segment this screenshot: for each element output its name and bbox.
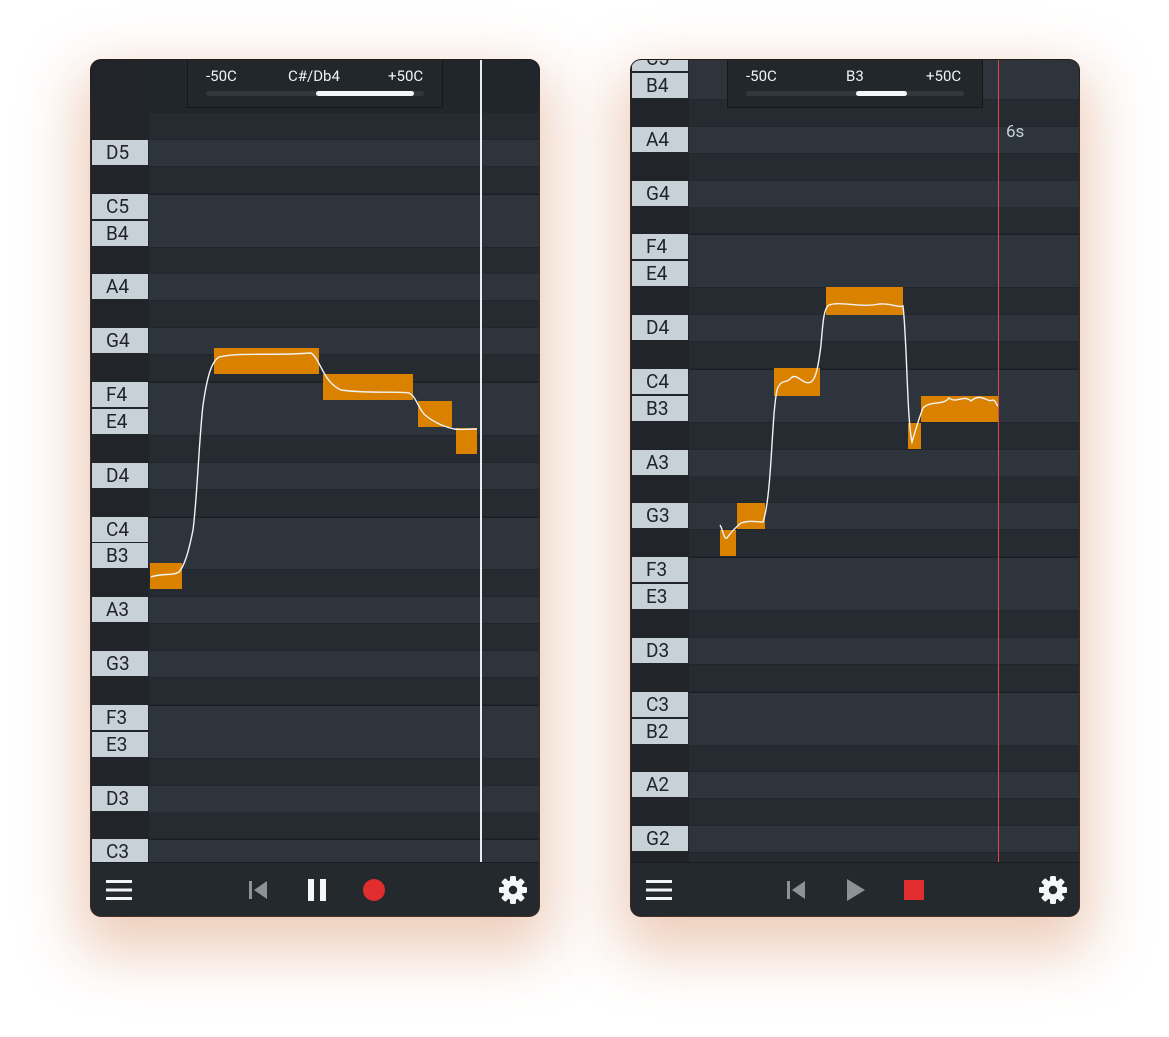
tuner-minus-label: -50C bbox=[206, 67, 237, 85]
pause-button[interactable] bbox=[302, 863, 332, 916]
left-pitch-app: D5 C5 B4 A4 G4 F4 E4 D4 C4 B3 A3 G3 F3 E3 D3 C3 -50C C#… bbox=[91, 60, 539, 916]
tuner-plus-label: +50C bbox=[388, 67, 424, 85]
tuner-minus-label: -50C bbox=[746, 67, 777, 85]
piano-roll[interactable]: D5 C5 B4 A4 G4 F4 E4 D4 C4 B3 A3 G3 F3 E3 D3 C3 -50C C#… bbox=[91, 60, 539, 863]
transport-toolbar bbox=[631, 862, 1079, 916]
time-marker-label: 6s bbox=[1006, 122, 1025, 142]
record-icon bbox=[363, 878, 385, 901]
play-button[interactable] bbox=[841, 863, 871, 916]
playhead-line[interactable] bbox=[998, 60, 999, 863]
tuner-track bbox=[746, 91, 964, 96]
skip-to-start-icon bbox=[249, 880, 267, 899]
record-button[interactable] bbox=[359, 863, 389, 916]
piano-roll[interactable]: C5B4A4G4F4E4D4C4B3A3G3F3E3D3C3B2A2G2 6s … bbox=[631, 60, 1079, 863]
skip-to-start-button[interactable] bbox=[781, 863, 811, 916]
settings-button[interactable] bbox=[495, 863, 531, 916]
menu-button[interactable] bbox=[641, 863, 677, 916]
playhead-line[interactable] bbox=[480, 60, 482, 863]
tuner-deviation-bar bbox=[316, 91, 414, 96]
right-pitch-app: C5B4A4G4F4E4D4C4B3A3G3F3E3D3C3B2A2G2 6s … bbox=[631, 60, 1079, 916]
gear-icon bbox=[499, 875, 527, 904]
menu-icon bbox=[646, 879, 672, 900]
tuner-meter: -50C C#/Db4 +50C bbox=[187, 60, 443, 108]
settings-button[interactable] bbox=[1035, 863, 1071, 916]
stop-icon bbox=[904, 879, 924, 900]
gear-icon bbox=[1039, 875, 1067, 904]
menu-button[interactable] bbox=[101, 863, 137, 916]
transport-toolbar bbox=[91, 862, 539, 916]
tuner-note-label: B3 bbox=[846, 67, 864, 85]
pitch-curve bbox=[719, 303, 999, 539]
pause-icon bbox=[308, 878, 326, 901]
tuner-deviation-bar bbox=[856, 91, 907, 96]
stop-button[interactable] bbox=[899, 863, 929, 916]
tuner-note-label: C#/Db4 bbox=[288, 67, 340, 85]
tuner-plus-label: +50C bbox=[926, 67, 962, 85]
pitch-curve bbox=[150, 352, 478, 578]
menu-icon bbox=[106, 879, 132, 900]
tuner-meter: -50C B3 +50C bbox=[727, 60, 983, 108]
skip-to-start-icon bbox=[787, 880, 805, 899]
play-icon bbox=[847, 878, 865, 901]
skip-to-start-button[interactable] bbox=[243, 863, 273, 916]
